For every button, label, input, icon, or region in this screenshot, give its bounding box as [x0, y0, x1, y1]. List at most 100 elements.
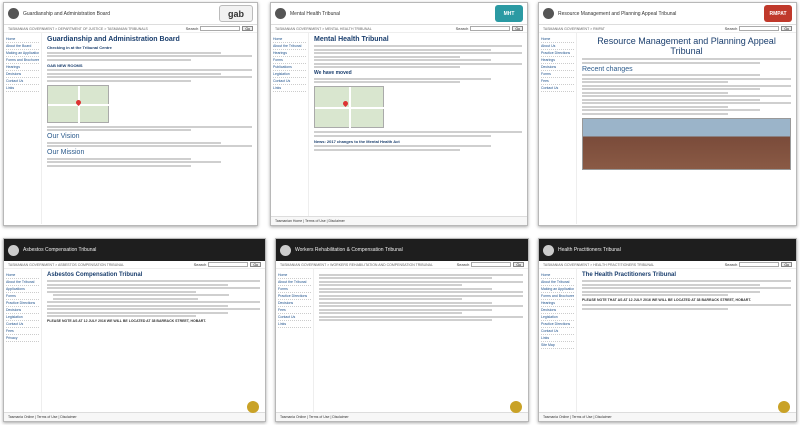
- sidebar-item[interactable]: Forms: [273, 57, 306, 64]
- main-content: Mental Health Tribunal We have moved New…: [309, 33, 527, 216]
- sidebar-item[interactable]: Contact Us: [6, 78, 39, 85]
- search-input[interactable]: [200, 26, 241, 31]
- sidebar-item[interactable]: Home: [6, 36, 39, 43]
- search-go-button[interactable]: Go: [242, 26, 253, 31]
- site-title: Workers Rehabilitation & Compensation Tr…: [295, 247, 403, 253]
- search-input[interactable]: [739, 26, 780, 31]
- sidebar-item[interactable]: Fees: [541, 78, 574, 85]
- tas-crest-icon: [280, 244, 291, 256]
- sidebar-item[interactable]: Decisions: [278, 300, 311, 307]
- sidebar-item[interactable]: Legislation: [6, 314, 39, 321]
- gab-logo: gab: [219, 5, 253, 22]
- sidebar-item[interactable]: Making an Application: [541, 286, 574, 293]
- tas-crest-icon: [543, 244, 554, 256]
- tas-gov-seal-icon: [510, 401, 522, 413]
- location-map[interactable]: [314, 86, 385, 129]
- sidebar-item[interactable]: Home: [541, 272, 574, 279]
- sidebar-item[interactable]: Practice Directions: [278, 293, 311, 300]
- section-heading: Recent changes: [582, 65, 633, 73]
- sidebar-item[interactable]: Links: [541, 335, 574, 342]
- window-mental-health-tribunal: Mental Health Tribunal MHT TASMANIAN GOV…: [270, 2, 528, 226]
- main-content: [314, 269, 528, 420]
- sidebar-item[interactable]: Decisions: [6, 307, 39, 314]
- search-go-button[interactable]: Go: [250, 262, 261, 267]
- search-input[interactable]: [470, 26, 511, 31]
- sidebar-item[interactable]: Home: [278, 272, 311, 279]
- page-title: The Health Practitioners Tribunal: [582, 272, 677, 278]
- sidebar-item[interactable]: Forms: [6, 293, 39, 300]
- search-go-button[interactable]: Go: [781, 26, 792, 31]
- sidebar-item[interactable]: Decisions: [541, 64, 574, 71]
- sidebar-item[interactable]: Legislation: [541, 314, 574, 321]
- sidebar-item[interactable]: Links: [273, 85, 306, 92]
- sidebar-item[interactable]: Hearings: [541, 57, 574, 64]
- search-go-button[interactable]: Go: [781, 262, 792, 267]
- sidebar-item[interactable]: Contact Us: [6, 321, 39, 328]
- utility-bar: TASMANIAN GOVERNMENT > WORKERS REHABILIT…: [276, 261, 528, 269]
- sidebar-item[interactable]: Links: [6, 85, 39, 92]
- section-heading: Our Mission: [47, 149, 85, 156]
- site-title: Asbestos Compensation Tribunal: [23, 247, 97, 253]
- sidebar-item[interactable]: Hearings: [541, 300, 574, 307]
- sidebar-item[interactable]: Fees: [278, 307, 311, 314]
- search-input[interactable]: [739, 262, 780, 267]
- search-input[interactable]: [208, 262, 249, 267]
- sidebar-item[interactable]: Practice Directions: [541, 50, 574, 57]
- sidebar-item[interactable]: Forms and Brochures: [6, 57, 39, 64]
- sidebar-item[interactable]: About the Tribunal: [278, 279, 311, 286]
- search-go-button[interactable]: Go: [512, 26, 523, 31]
- sidebar-item[interactable]: Forms: [541, 71, 574, 78]
- search-go-button[interactable]: Go: [513, 262, 524, 267]
- sidebar-item[interactable]: Decisions: [541, 307, 574, 314]
- site-footer[interactable]: Tasmania Online | Terms of Use | Disclai…: [539, 412, 796, 421]
- sidebar-item[interactable]: Publications: [273, 64, 306, 71]
- sidebar-item[interactable]: About Us: [541, 43, 574, 50]
- sidebar-item[interactable]: About the Tribunal: [6, 279, 39, 286]
- sidebar-item[interactable]: Home: [273, 36, 306, 43]
- sidebar-item[interactable]: Making an Application: [6, 50, 39, 57]
- location-map[interactable]: [47, 84, 110, 124]
- sidebar-item[interactable]: Legislation: [273, 71, 306, 78]
- sidebar-item[interactable]: Hearings: [6, 64, 39, 71]
- main-content: The Health Practitioners Tribunal PLEASE…: [577, 269, 796, 420]
- page-title: Resource Management and Planning Appeal …: [597, 36, 776, 56]
- sidebar-item[interactable]: Contact Us: [541, 85, 574, 92]
- sidebar-item[interactable]: Home: [541, 36, 574, 43]
- sidebar-item[interactable]: Contact Us: [273, 78, 306, 85]
- sidebar-item[interactable]: Fees: [6, 328, 39, 335]
- breadcrumb: TASMANIAN GOVERNMENT > RMPAT: [543, 26, 605, 31]
- window-asbestos-tribunal: Asbestos Compensation Tribunal TASMANIAN…: [3, 238, 266, 422]
- sidebar-item[interactable]: Links: [278, 321, 311, 328]
- sidebar-item[interactable]: Site Map: [541, 342, 574, 349]
- search-input[interactable]: [471, 262, 512, 267]
- site-footer[interactable]: Tasmanian Home | Terms of Use | Disclaim…: [271, 216, 527, 225]
- sidebar-item[interactable]: Forms and Brochures: [541, 293, 574, 300]
- breadcrumb: TASMANIAN GOVERNMENT > HEALTH PRACTITION…: [543, 262, 655, 267]
- sidebar-item[interactable]: Hearings: [273, 50, 306, 57]
- site-header: Resource Management and Planning Appeal …: [539, 3, 796, 25]
- search-label: Search: [455, 26, 469, 31]
- section-heading: Our Vision: [47, 133, 80, 140]
- utility-bar: TASMANIAN GOVERNMENT > ASBESTOS COMPENSA…: [4, 261, 265, 269]
- site-header: Guardianship and Administration Board ga…: [4, 3, 257, 25]
- sidebar-item[interactable]: Practice Directions: [541, 321, 574, 328]
- mht-logo: MHT: [495, 5, 523, 22]
- window-workers-comp-tribunal: Workers Rehabilitation & Compensation Tr…: [275, 238, 529, 422]
- site-footer[interactable]: Tasmania Online | Terms of Use | Disclai…: [276, 412, 528, 421]
- sidebar-item[interactable]: Applications: [6, 286, 39, 293]
- sidebar-nav: Home About the Tribunal Hearings Forms P…: [271, 33, 309, 216]
- tas-crest-icon: [275, 8, 286, 19]
- sidebar-item[interactable]: About the Board: [6, 43, 39, 50]
- sidebar-item[interactable]: Decisions: [6, 71, 39, 78]
- sidebar-item[interactable]: Home: [6, 272, 39, 279]
- sidebar-item[interactable]: About the Tribunal: [273, 43, 306, 50]
- sidebar-item[interactable]: Contact Us: [541, 328, 574, 335]
- site-footer[interactable]: Tasmania Online | Terms of Use | Disclai…: [4, 412, 265, 421]
- rmpat-logo: RMPAT: [764, 5, 792, 22]
- sidebar-item[interactable]: Contact Us: [278, 314, 311, 321]
- sidebar-item[interactable]: Forms: [278, 286, 311, 293]
- tas-crest-icon: [8, 8, 19, 19]
- sidebar-item[interactable]: About the Tribunal: [541, 279, 574, 286]
- sidebar-item[interactable]: Practice Directions: [6, 300, 39, 307]
- sidebar-item[interactable]: Privacy: [6, 335, 39, 342]
